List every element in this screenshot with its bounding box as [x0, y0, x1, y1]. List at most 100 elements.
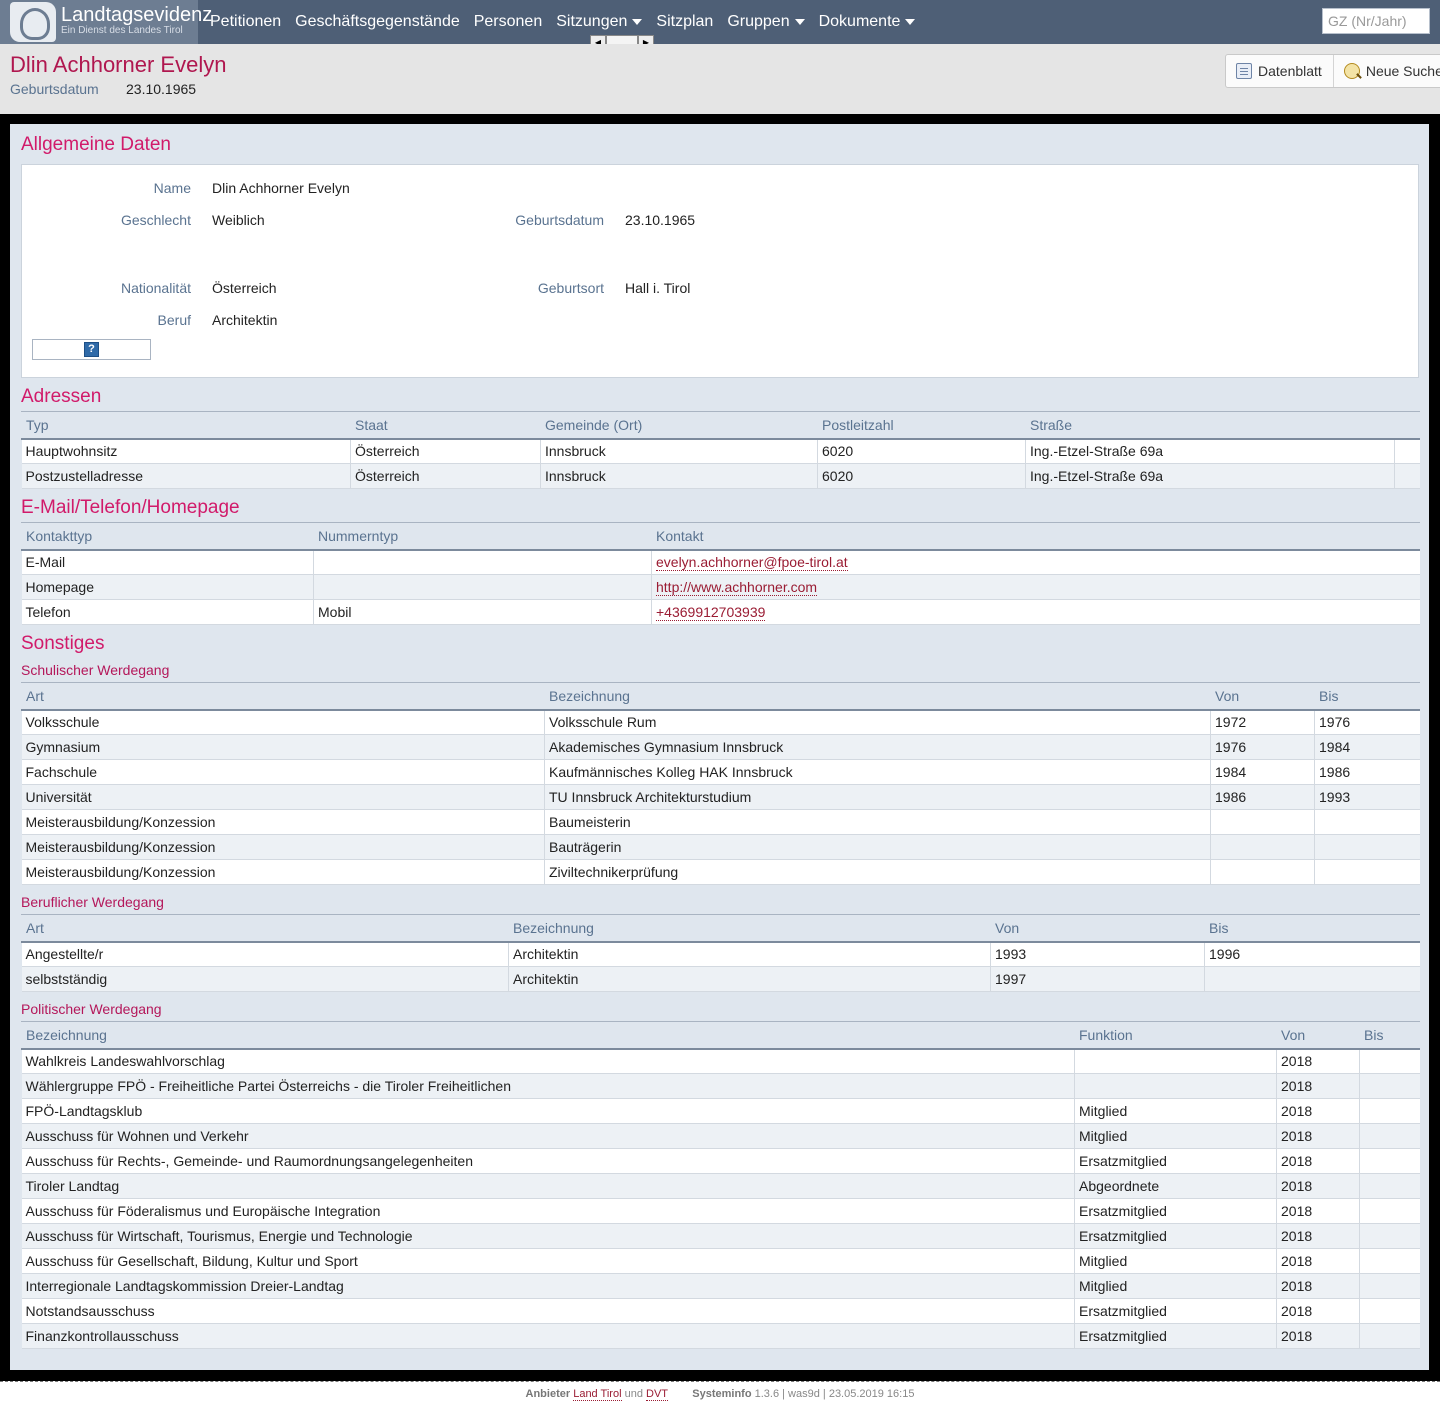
table-cell: 6020 [817, 463, 1026, 489]
table-header-row: Art Bezeichnung Von Bis [21, 682, 1420, 711]
nationality-label: Nationalität [120, 280, 191, 296]
nav-geschaeftsgegenstaende[interactable]: Geschäftsgegenstände [295, 0, 460, 44]
birthplace-label: Geburtsort [537, 280, 604, 296]
dvt-link[interactable]: DVT [646, 1388, 668, 1401]
sysinfo-label: Systeminfo [692, 1388, 752, 1400]
table-cell [1210, 834, 1315, 860]
table-row: Interregionale Landtagskommission Dreier… [21, 1273, 1420, 1299]
contact-link[interactable]: http://www.achhorner.com [656, 579, 818, 596]
column-header: Funktion [1074, 1021, 1277, 1050]
table-row: E-Mail evelyn.achhorner@fpoe-tirol.at [21, 549, 1420, 575]
neue-suche-button[interactable]: Neue Suche [1332, 55, 1440, 87]
table-cell [1359, 1123, 1420, 1149]
table-cell: Meisterausbildung/Konzession [21, 859, 545, 885]
table-row: Tiroler Landtag Abgeordnete 2018 [21, 1173, 1420, 1199]
table-cell: TU Innsbruck Architekturstudium [544, 784, 1211, 810]
table-cell: Architektin [508, 966, 991, 992]
table-cell: Bauträgerin [544, 834, 1211, 860]
table-cell: evelyn.achhorner@fpoe-tirol.at [651, 549, 1420, 575]
table-cell: Telefon [21, 599, 314, 625]
subtitle-career: Beruflicher Werdegang [21, 894, 164, 910]
table-cell: 1976 [1210, 734, 1315, 760]
table-cell: Ersatzmitglied [1074, 1298, 1277, 1324]
table-header-row: Kontakttyp Nummerntyp Kontakt [21, 522, 1420, 551]
table-cell: Wahlkreis Landeswahlvorschlag [21, 1048, 1075, 1074]
tirol-eagle-logo-icon [10, 2, 56, 42]
table-cell: 1976 [1314, 709, 1420, 735]
table-cell [1359, 1198, 1420, 1224]
section-title-misc: Sonstiges [21, 633, 105, 654]
nav-dokumente-dropdown[interactable]: Dokumente [819, 0, 916, 44]
table-row: Postzustelladresse Österreich Innsbruck 602… [21, 463, 1420, 489]
help-field[interactable]: ? [32, 339, 151, 360]
column-header: Gemeinde (Ort) [540, 411, 818, 440]
job-label: Beruf [157, 312, 191, 328]
birthdate-value: 23.10.1965 [126, 81, 197, 97]
table-cell [1074, 1073, 1277, 1099]
table-cell [1074, 1048, 1277, 1074]
contact-link[interactable]: +4369912703939 [656, 604, 766, 621]
table-cell: 1986 [1210, 784, 1315, 810]
table-cell: +4369912703939 [651, 599, 1420, 625]
table-cell: Volksschule [21, 709, 545, 735]
table-cell [1204, 966, 1420, 992]
table-cell: Österreich [350, 463, 541, 489]
column-header: Nummerntyp [313, 522, 652, 551]
table-row: Universität TU Innsbruck Architekturstudi… [21, 784, 1420, 810]
table-cell: Ersatzmitglied [1074, 1223, 1277, 1249]
table-cell: http://www.achhorner.com [651, 574, 1420, 600]
column-header: Von [1276, 1021, 1360, 1050]
table-row: Notstandsausschuss Ersatzmitglied 2018 [21, 1298, 1420, 1324]
job-value: Architektin [212, 312, 278, 328]
table-cell: Universität [21, 784, 545, 810]
table-cell: 1993 [990, 941, 1205, 967]
table-cell: 6020 [817, 438, 1026, 464]
help-question-icon[interactable]: ? [84, 342, 99, 357]
table-cell: Mitglied [1074, 1098, 1277, 1124]
table-header-row: Bezeichnung Funktion Von Bis [21, 1021, 1420, 1050]
table-cell: Abgeordnete [1074, 1173, 1277, 1199]
table-row: Angestellte/r Architektin 1993 1996 [21, 941, 1420, 967]
contact-link[interactable]: evelyn.achhorner@fpoe-tirol.at [656, 554, 848, 572]
gz-search-input[interactable] [1322, 8, 1430, 34]
table-row: selbstständig Architektin 1997 [21, 966, 1420, 992]
table-row: Finanzkontrollausschuss Ersatzmitglied 201… [21, 1323, 1420, 1349]
column-header: Bis [1314, 682, 1420, 711]
nav-petitionen[interactable]: Petitionen [210, 0, 281, 44]
column-header: Bis [1204, 914, 1420, 943]
nav-personen[interactable]: Personen [474, 0, 543, 44]
main-menu: Petitionen Geschäftsgegenstände Personen… [210, 0, 929, 44]
brand-subtitle: Ein Dienst des Landes Tirol [61, 25, 183, 36]
footer: Anbieter Land Tirol und DVT Systeminfo 1… [0, 1388, 1440, 1401]
table-cell: 1997 [990, 966, 1205, 992]
datenblatt-button[interactable]: Datenblatt [1226, 55, 1333, 87]
top-navigation-bar: Landtagsevidenz Ein Dienst des Landes Ti… [0, 0, 1440, 44]
table-cell: selbstständig [21, 966, 509, 992]
land-tirol-link[interactable]: Land Tirol [573, 1388, 622, 1401]
column-header: Bis [1359, 1021, 1420, 1050]
table-cell: Ausschuss für Gesellschaft, Bildung, Kul… [21, 1248, 1075, 1274]
person-header: Dlin Achhorner Evelyn Geburtsdatum 23.10… [0, 44, 1440, 114]
nav-gruppen-dropdown[interactable]: Gruppen [727, 0, 805, 44]
table-cell: Angestellte/r [21, 941, 509, 967]
school-table: Art Bezeichnung Von Bis Volksschule Volkssch… [21, 682, 1420, 885]
table-cell [1359, 1273, 1420, 1299]
table-cell: Gymnasium [21, 734, 545, 760]
search-icon [1343, 63, 1360, 79]
column-header: Bezeichnung [21, 1021, 1075, 1050]
header-button-group: Datenblatt Neue Suche [1225, 54, 1440, 88]
table-cell: Volksschule Rum [544, 709, 1211, 735]
nav-sitzplan[interactable]: Sitzplan [656, 0, 713, 44]
table-cell: Ing.-Etzel-Straße 69a [1025, 463, 1395, 489]
table-cell: 2018 [1276, 1073, 1360, 1099]
gender-label: Geschlecht [120, 212, 191, 228]
table-cell: 2018 [1276, 1048, 1360, 1074]
table-cell [1359, 1148, 1420, 1174]
caret-down-icon [905, 19, 916, 25]
table-cell: Ing.-Etzel-Straße 69a [1025, 438, 1395, 464]
brand-home-link[interactable]: Landtagsevidenz Ein Dienst des Landes Ti… [0, 0, 212, 44]
table-cell: 2018 [1276, 1198, 1360, 1224]
table-cell: 1984 [1314, 734, 1420, 760]
table-cell: 2018 [1276, 1248, 1360, 1274]
table-cell: Österreich [350, 438, 541, 464]
